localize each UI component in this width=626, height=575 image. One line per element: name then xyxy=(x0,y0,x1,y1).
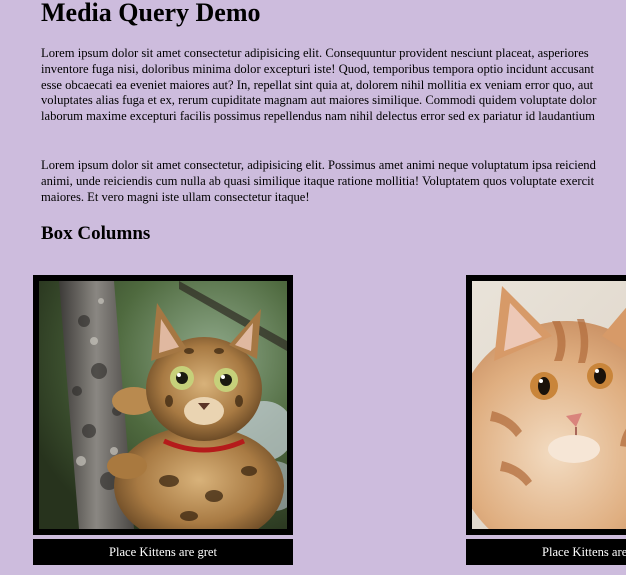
page-title: Media Query Demo xyxy=(41,0,261,27)
kitten-card-1: Place Kittens are gret xyxy=(33,275,293,565)
kitten-image-frame xyxy=(33,275,293,535)
paragraph-line: animi, unde reiciendis cum nulla ab quas… xyxy=(41,173,595,188)
paragraph-line: inventore fuga nisi, doloribus minima do… xyxy=(41,61,594,76)
paragraph-line: laborum maxime excepturi facilis possimu… xyxy=(41,109,595,124)
intro-paragraph: Lorem ipsum dolor sit amet consectetur a… xyxy=(41,46,626,125)
paragraph-line: Lorem ipsum dolor sit amet consectetur a… xyxy=(41,46,589,60)
second-paragraph: Lorem ipsum dolor sit amet consectetur, … xyxy=(41,158,626,205)
bengal-kitten-image xyxy=(39,281,287,529)
paragraph-line: Lorem ipsum dolor sit amet consectetur, … xyxy=(41,158,596,172)
kitten-caption: Place Kittens are gret xyxy=(33,539,293,565)
orange-kitten-image xyxy=(472,281,626,529)
kitten-image-frame xyxy=(466,275,626,535)
section-heading: Box Columns xyxy=(41,223,151,244)
paragraph-line: maiores. Et vero magni iste ullam consec… xyxy=(41,189,310,204)
paragraph-line: esse obcaecati ea eveniet maiores aut? I… xyxy=(41,77,594,92)
paragraph-line: voluptates alias fuga et ex, rerum cupid… xyxy=(41,93,597,108)
kitten-caption: Place Kittens are gret xyxy=(466,539,626,565)
page: Media Query Demo Lorem ipsum dolor sit a… xyxy=(0,0,626,575)
kitten-card-2: Place Kittens are gret xyxy=(466,275,626,565)
